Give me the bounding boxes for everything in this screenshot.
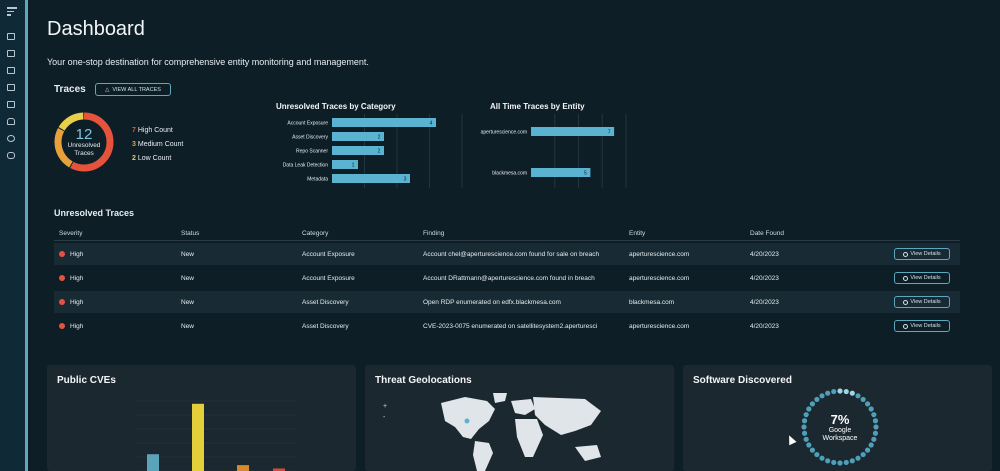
zoom-out-button[interactable]: - xyxy=(383,412,387,423)
bar[interactable] xyxy=(332,146,384,155)
info-icon xyxy=(903,299,909,305)
list-icon[interactable] xyxy=(7,50,15,57)
bar[interactable] xyxy=(531,168,591,177)
table-row[interactable]: High New Account Exposure Account chel@a… xyxy=(54,243,960,265)
dashboard-icon[interactable] xyxy=(7,33,15,40)
severity-dot xyxy=(59,251,65,257)
severity-dot xyxy=(59,299,65,305)
cve-bar[interactable] xyxy=(192,403,204,471)
panel-title: Public CVEs xyxy=(57,375,116,386)
total-traces-count: 12 xyxy=(75,125,93,143)
total-traces-label: Unresolved Traces xyxy=(67,141,101,157)
software-percent: 7% xyxy=(830,411,850,427)
page-subtitle: Your one-stop destination for comprehens… xyxy=(47,57,369,67)
europe-shape xyxy=(511,399,535,415)
info-icon xyxy=(903,275,909,281)
gear-icon[interactable] xyxy=(7,135,15,142)
table-row[interactable]: High New Account Exposure Account DRattm… xyxy=(54,267,960,289)
panel-title: Software Discovered xyxy=(693,375,792,386)
unresolved-traces-title: Unresolved Traces xyxy=(54,208,135,218)
map-zoom-controls: + - xyxy=(383,401,387,423)
public-cves-panel: Public CVEs xyxy=(47,365,356,471)
world-map[interactable] xyxy=(435,391,605,471)
zoom-in-button[interactable]: + xyxy=(383,401,387,412)
bell-icon: △ xyxy=(105,86,110,93)
bar-value-label: 1 xyxy=(352,163,355,169)
bar[interactable] xyxy=(332,174,410,183)
high-count: 7 High Count xyxy=(132,127,173,134)
panel-title: Threat Geolocations xyxy=(375,375,472,386)
cve-bar[interactable] xyxy=(147,454,159,471)
software-label: Google Workspace xyxy=(822,426,858,442)
view-details-button[interactable]: View Details xyxy=(894,272,950,284)
low-count: 2 Low Count xyxy=(132,155,172,162)
chart-title-category: Unresolved Traces by Category xyxy=(276,102,396,111)
col-date-found[interactable]: Date Found xyxy=(745,230,866,237)
bar-value-label: 2 xyxy=(378,149,381,155)
col-finding[interactable]: Finding xyxy=(418,230,624,237)
layers-icon[interactable] xyxy=(7,84,15,91)
view-details-button[interactable]: View Details xyxy=(894,320,950,332)
info-icon xyxy=(903,251,909,257)
bar-value-label: 5 xyxy=(584,171,587,177)
col-entity[interactable]: Entity xyxy=(624,230,745,237)
view-details-button[interactable]: View Details xyxy=(894,296,950,308)
category-label: Account Exposure xyxy=(287,121,328,127)
africa-shape xyxy=(515,419,543,457)
category-label: Asset Discovery xyxy=(292,135,328,141)
south-america-shape xyxy=(473,441,493,471)
threat-geolocations-panel: Threat Geolocations + - xyxy=(365,365,674,471)
greenland-shape xyxy=(493,393,507,403)
table-row[interactable]: High New Asset Discovery CVE-2023-0075 e… xyxy=(54,315,960,337)
category-bar-chart: Account Exposure 4 Asset Discovery 2 Repo Sc… xyxy=(283,114,463,188)
view-details-button[interactable]: View Details xyxy=(894,248,950,260)
bar[interactable] xyxy=(531,127,615,136)
category-label: Repo Scanner xyxy=(296,149,328,155)
public-cves-chart xyxy=(137,400,297,471)
page-title: Dashboard xyxy=(47,18,145,40)
bar-value-label: 2 xyxy=(378,135,381,141)
north-america-shape xyxy=(441,397,495,439)
australia-shape xyxy=(575,445,601,461)
bar[interactable] xyxy=(332,118,436,127)
main-content: Dashboard Your one-stop destination for … xyxy=(31,0,1000,471)
category-label: aperturescience.com xyxy=(481,130,527,136)
table-row[interactable]: High New Asset Discovery Open RDP enumer… xyxy=(54,291,960,313)
category-label: blackmesa.com xyxy=(492,171,527,177)
sidebar xyxy=(0,0,28,471)
bell-icon[interactable] xyxy=(7,118,15,125)
bar-value-label: 7 xyxy=(608,130,611,136)
severity-counts: 7 High Count 3 Medium Count 2 Low Count xyxy=(132,124,183,166)
medium-count: 3 Medium Count xyxy=(132,141,184,148)
view-all-traces-button[interactable]: △ VIEW ALL TRACES xyxy=(95,83,171,96)
cve-bar[interactable] xyxy=(237,465,249,471)
report-icon[interactable] xyxy=(7,67,15,74)
bar-value-label: 4 xyxy=(430,121,433,127)
info-icon xyxy=(903,323,909,329)
table-header: Severity Status Category Finding Entity … xyxy=(54,226,960,241)
col-severity[interactable]: Severity xyxy=(54,230,176,237)
mouse-cursor-icon xyxy=(785,433,797,446)
category-label: Data Leak Detection xyxy=(283,163,329,169)
col-status[interactable]: Status xyxy=(176,230,297,237)
traces-title: Traces xyxy=(54,84,86,95)
entity-bar-chart: aperturescience.com 7 blackmesa.com 5 xyxy=(481,114,627,188)
donut-center: 12 Unresolved Traces xyxy=(52,110,116,174)
table-icon[interactable] xyxy=(7,101,15,108)
software-discovered-panel: Software Discovered 7% Google Workspace xyxy=(683,365,992,471)
severity-dot xyxy=(59,275,65,281)
unresolved-traces-table: Severity Status Category Finding Entity … xyxy=(54,226,960,337)
software-ring-center: 7% Google Workspace xyxy=(798,385,882,469)
bar-value-label: 3 xyxy=(404,177,407,183)
chart-title-entity: All Time Traces by Entity xyxy=(490,102,585,111)
menu-icon[interactable] xyxy=(7,7,17,16)
category-label: Metadata xyxy=(307,177,328,183)
asia-shape xyxy=(533,397,601,435)
threat-marker[interactable] xyxy=(464,418,470,424)
col-category[interactable]: Category xyxy=(297,230,418,237)
users-icon[interactable] xyxy=(7,152,15,159)
severity-dot xyxy=(59,323,65,329)
bar[interactable] xyxy=(332,132,384,141)
